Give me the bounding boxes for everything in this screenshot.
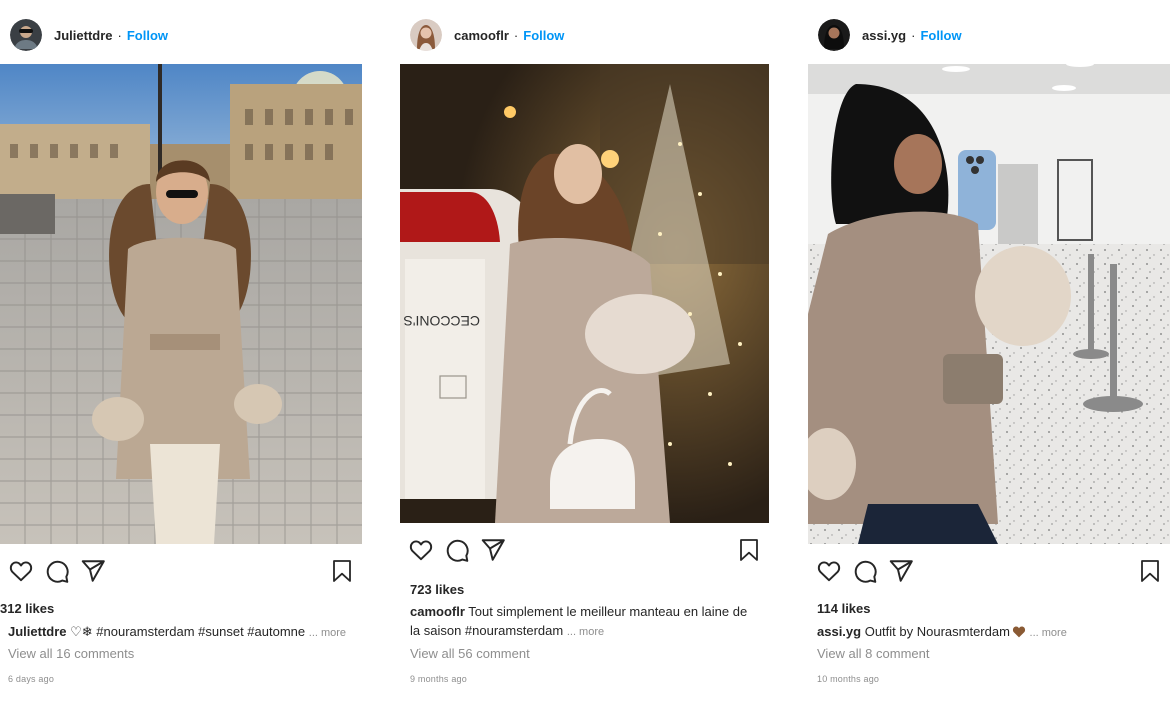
svg-text:CECCONI'S: CECCONI'S (403, 313, 480, 329)
like-heart-icon[interactable] (8, 558, 34, 584)
post-photo[interactable] (0, 64, 362, 544)
share-icon[interactable] (480, 537, 506, 563)
username[interactable]: assi.yg (862, 28, 906, 43)
caption: Juliettdre ♡❄ #nouramsterdam #sunset #au… (8, 622, 358, 643)
avatar[interactable] (410, 19, 442, 51)
bookmark-icon[interactable] (1138, 558, 1162, 584)
like-heart-icon[interactable] (816, 558, 842, 584)
more-link[interactable]: ... more (1030, 627, 1067, 639)
avatar[interactable] (818, 19, 850, 51)
post-photo[interactable]: CECCONI'S (400, 64, 769, 523)
post-timestamp: 6 days ago (8, 674, 55, 684)
comment-icon[interactable] (852, 558, 878, 584)
follow-button[interactable]: Follow (920, 28, 961, 43)
post-photo[interactable] (808, 64, 1170, 544)
post-header: Juliettdre · Follow (10, 18, 168, 52)
caption-text: ♡❄ #nouramsterdam #sunset #automne (66, 624, 306, 639)
likes-count[interactable]: 312 likes (0, 601, 54, 616)
action-bar (8, 558, 116, 584)
follow-button[interactable]: Follow (523, 28, 564, 43)
post-card: assi.yg · Follow 114 likes assi.yg Outfi… (808, 0, 1170, 702)
caption-username[interactable]: Juliettdre (8, 624, 67, 639)
username[interactable]: Juliettdre (54, 28, 113, 43)
like-heart-icon[interactable] (408, 537, 434, 563)
share-icon[interactable] (888, 558, 914, 584)
action-bar (408, 537, 516, 563)
caption-username[interactable]: camooflr (410, 604, 465, 619)
view-comments-link[interactable]: View all 56 comment (410, 646, 530, 661)
follow-button[interactable]: Follow (127, 28, 168, 43)
separator: · (513, 27, 519, 43)
view-comments-link[interactable]: View all 8 comment (817, 646, 929, 661)
likes-count[interactable]: 723 likes (410, 582, 464, 597)
comment-icon[interactable] (44, 558, 70, 584)
username[interactable]: camooflr (454, 28, 509, 43)
post-card: camooflr · Follow CECCONI'S 723 likes ca… (400, 0, 770, 702)
share-icon[interactable] (80, 558, 106, 584)
view-comments-link[interactable]: View all 16 comments (8, 646, 134, 661)
likes-count[interactable]: 114 likes (817, 601, 871, 616)
post-header: assi.yg · Follow (818, 18, 962, 52)
caption: camooflr Tout simplement le meilleur man… (410, 602, 760, 642)
separator: · (117, 27, 122, 43)
caption-username[interactable]: assi.yg (817, 624, 861, 639)
comment-icon[interactable] (444, 537, 470, 563)
caption-text: Outfit by Nourasmterdam (861, 624, 1010, 639)
bookmark-icon[interactable] (330, 558, 354, 584)
avatar[interactable] (10, 19, 42, 51)
post-timestamp: 9 months ago (410, 674, 467, 684)
post-header: camooflr · Follow (410, 18, 564, 52)
post-card: Juliettdre · Follow 312 likes Juliettdre… (0, 0, 362, 702)
separator: · (911, 27, 916, 43)
brown-heart-icon (1012, 626, 1025, 638)
more-link[interactable]: ... more (567, 626, 604, 638)
more-link[interactable]: ... more (309, 627, 346, 639)
caption: assi.yg Outfit by Nourasmterdam ... more (817, 622, 1167, 643)
action-bar (816, 558, 924, 584)
bookmark-icon[interactable] (737, 537, 761, 563)
post-timestamp: 10 months ago (817, 674, 880, 684)
